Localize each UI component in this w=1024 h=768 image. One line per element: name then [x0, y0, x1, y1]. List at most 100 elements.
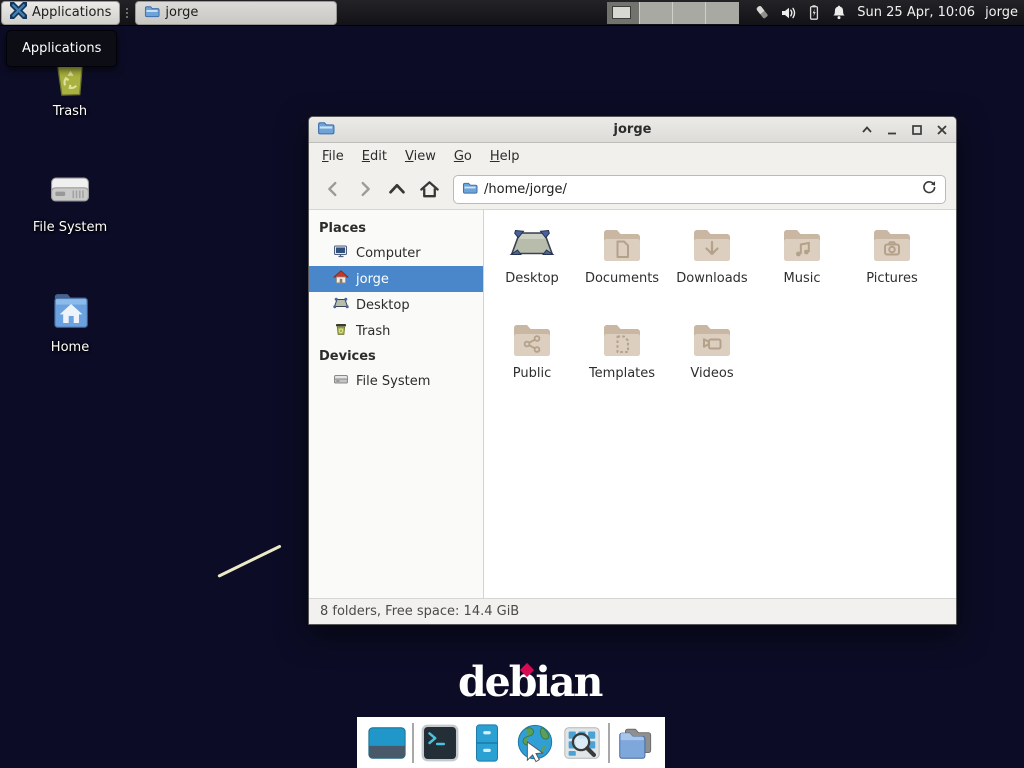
desktop-icon-file-system[interactable]: File System: [22, 164, 118, 235]
file-list: Desktop Documents Downloads: [484, 210, 956, 598]
sidebar-item-desktop[interactable]: Desktop: [309, 292, 483, 318]
battery-icon[interactable]: [806, 4, 822, 21]
menu-go[interactable]: Go: [445, 145, 481, 168]
maximize-button[interactable]: [911, 124, 923, 136]
folder-item-documents[interactable]: Documents: [577, 220, 667, 315]
back-button[interactable]: [319, 175, 347, 203]
file-cabinet-icon: [466, 722, 508, 764]
folder-item-desktop[interactable]: Desktop: [487, 220, 577, 315]
sidebar-header-places: Places: [309, 216, 483, 240]
taskbar-window-label: jorge: [165, 5, 198, 20]
desktop-icon-home[interactable]: Home: [22, 284, 118, 355]
forward-button[interactable]: [351, 175, 379, 203]
trash-small-icon: [333, 321, 349, 341]
terminal-launcher[interactable]: [418, 721, 462, 765]
workspace-3[interactable]: [673, 2, 706, 24]
workspace-4[interactable]: [706, 2, 739, 24]
workspace-switcher: [607, 2, 739, 24]
desktop-icon-label: File System: [22, 220, 118, 235]
home-icon: [333, 269, 349, 289]
menu-file[interactable]: File: [313, 145, 353, 168]
directory-folder-icon: [614, 722, 656, 764]
sidebar-item-trash[interactable]: Trash: [309, 318, 483, 344]
workspace-window-thumb: [612, 6, 631, 19]
folder-item-music[interactable]: Music: [757, 220, 847, 315]
folder-item-videos[interactable]: Videos: [667, 315, 757, 410]
workspace-2[interactable]: [640, 2, 673, 24]
public-folder-icon: [508, 315, 556, 363]
toolbar: /home/jorge/: [309, 169, 956, 210]
folder-item-public[interactable]: Public: [487, 315, 577, 410]
videos-folder-icon: [688, 315, 736, 363]
sidebar-item-jorge[interactable]: jorge: [309, 266, 483, 292]
location-path[interactable]: /home/jorge/: [484, 182, 915, 197]
folder-item-pictures[interactable]: Pictures: [847, 220, 937, 315]
notifications-bell-icon[interactable]: [831, 4, 847, 21]
home-button[interactable]: [415, 175, 443, 203]
window-folder-icon: [317, 119, 335, 140]
desktop-icon: [333, 295, 349, 315]
xfce-logo-icon: [10, 2, 27, 23]
desktop-icon-label: Trash: [22, 104, 118, 119]
sidebar-item-computer[interactable]: Computer: [309, 240, 483, 266]
panel-clock[interactable]: Sun 25 Apr, 10:06: [857, 5, 975, 20]
sidebar-item-label: File System: [356, 374, 430, 389]
applications-menu-label: Applications: [32, 5, 111, 20]
debian-logo: debian: [458, 660, 601, 705]
status-text: 8 folders, Free space: 14.4 GiB: [320, 604, 519, 619]
folder-label: Pictures: [847, 271, 937, 286]
folder-label: Videos: [667, 366, 757, 381]
location-folder-icon: [462, 180, 478, 199]
folder-label: Documents: [577, 271, 667, 286]
system-tray: [753, 4, 847, 21]
volume-icon[interactable]: [780, 5, 797, 21]
folder-label: Desktop: [487, 271, 577, 286]
panel-separator-handle[interactable]: [122, 4, 132, 22]
documents-folder-icon: [598, 220, 646, 268]
top-panel: Applications jorge: [0, 0, 1024, 26]
reload-icon[interactable]: [921, 179, 937, 199]
folder-label: Downloads: [667, 271, 757, 286]
menubar: File Edit View Go Help: [309, 143, 956, 169]
applications-menu-button[interactable]: Applications: [1, 1, 120, 25]
window-titlebar[interactable]: jorge: [309, 117, 956, 143]
panel-user-label[interactable]: jorge: [985, 5, 1018, 20]
desktop-icon-label: Home: [22, 340, 118, 355]
up-button[interactable]: [383, 175, 411, 203]
sidebar-item-file-system[interactable]: File System: [309, 368, 483, 394]
workspace-1[interactable]: [607, 2, 640, 24]
pictures-folder-icon: [868, 220, 916, 268]
computer-icon: [333, 243, 349, 263]
taskbar-window-button[interactable]: jorge: [135, 1, 337, 25]
sidebar-item-label: jorge: [356, 272, 389, 287]
menu-view[interactable]: View: [396, 145, 445, 168]
folder-label: Public: [487, 366, 577, 381]
terminal-icon: [419, 722, 461, 764]
folder-item-templates[interactable]: Templates: [577, 315, 667, 410]
show-desktop-icon: [366, 722, 408, 764]
directory-menu-button[interactable]: [613, 721, 657, 765]
menu-help[interactable]: Help: [481, 145, 529, 168]
folder-icon: [144, 3, 160, 23]
bottom-dock: [357, 717, 665, 768]
minimize-button[interactable]: [886, 124, 898, 136]
downloads-folder-icon: [688, 220, 736, 268]
hard-drive-icon: [44, 164, 96, 216]
file-manager-launcher[interactable]: [465, 721, 509, 765]
folder-item-downloads[interactable]: Downloads: [667, 220, 757, 315]
templates-folder-icon: [598, 315, 646, 363]
shade-button[interactable]: [861, 124, 873, 136]
show-desktop-button[interactable]: [365, 721, 409, 765]
dock-separator: [608, 723, 610, 763]
menu-edit[interactable]: Edit: [353, 145, 396, 168]
web-browser-launcher[interactable]: [513, 721, 557, 765]
file-manager-window: jorge File Edit View Go Help: [308, 116, 957, 625]
sidebar-header-devices: Devices: [309, 344, 483, 368]
stray-line-artifact: [217, 544, 281, 577]
globe-browser-icon: [514, 722, 556, 764]
application-finder-launcher[interactable]: [560, 721, 604, 765]
removable-device-icon[interactable]: [753, 4, 771, 21]
close-button[interactable]: [936, 124, 948, 136]
desktop-special-icon: [508, 220, 556, 268]
location-bar[interactable]: /home/jorge/: [453, 175, 946, 204]
